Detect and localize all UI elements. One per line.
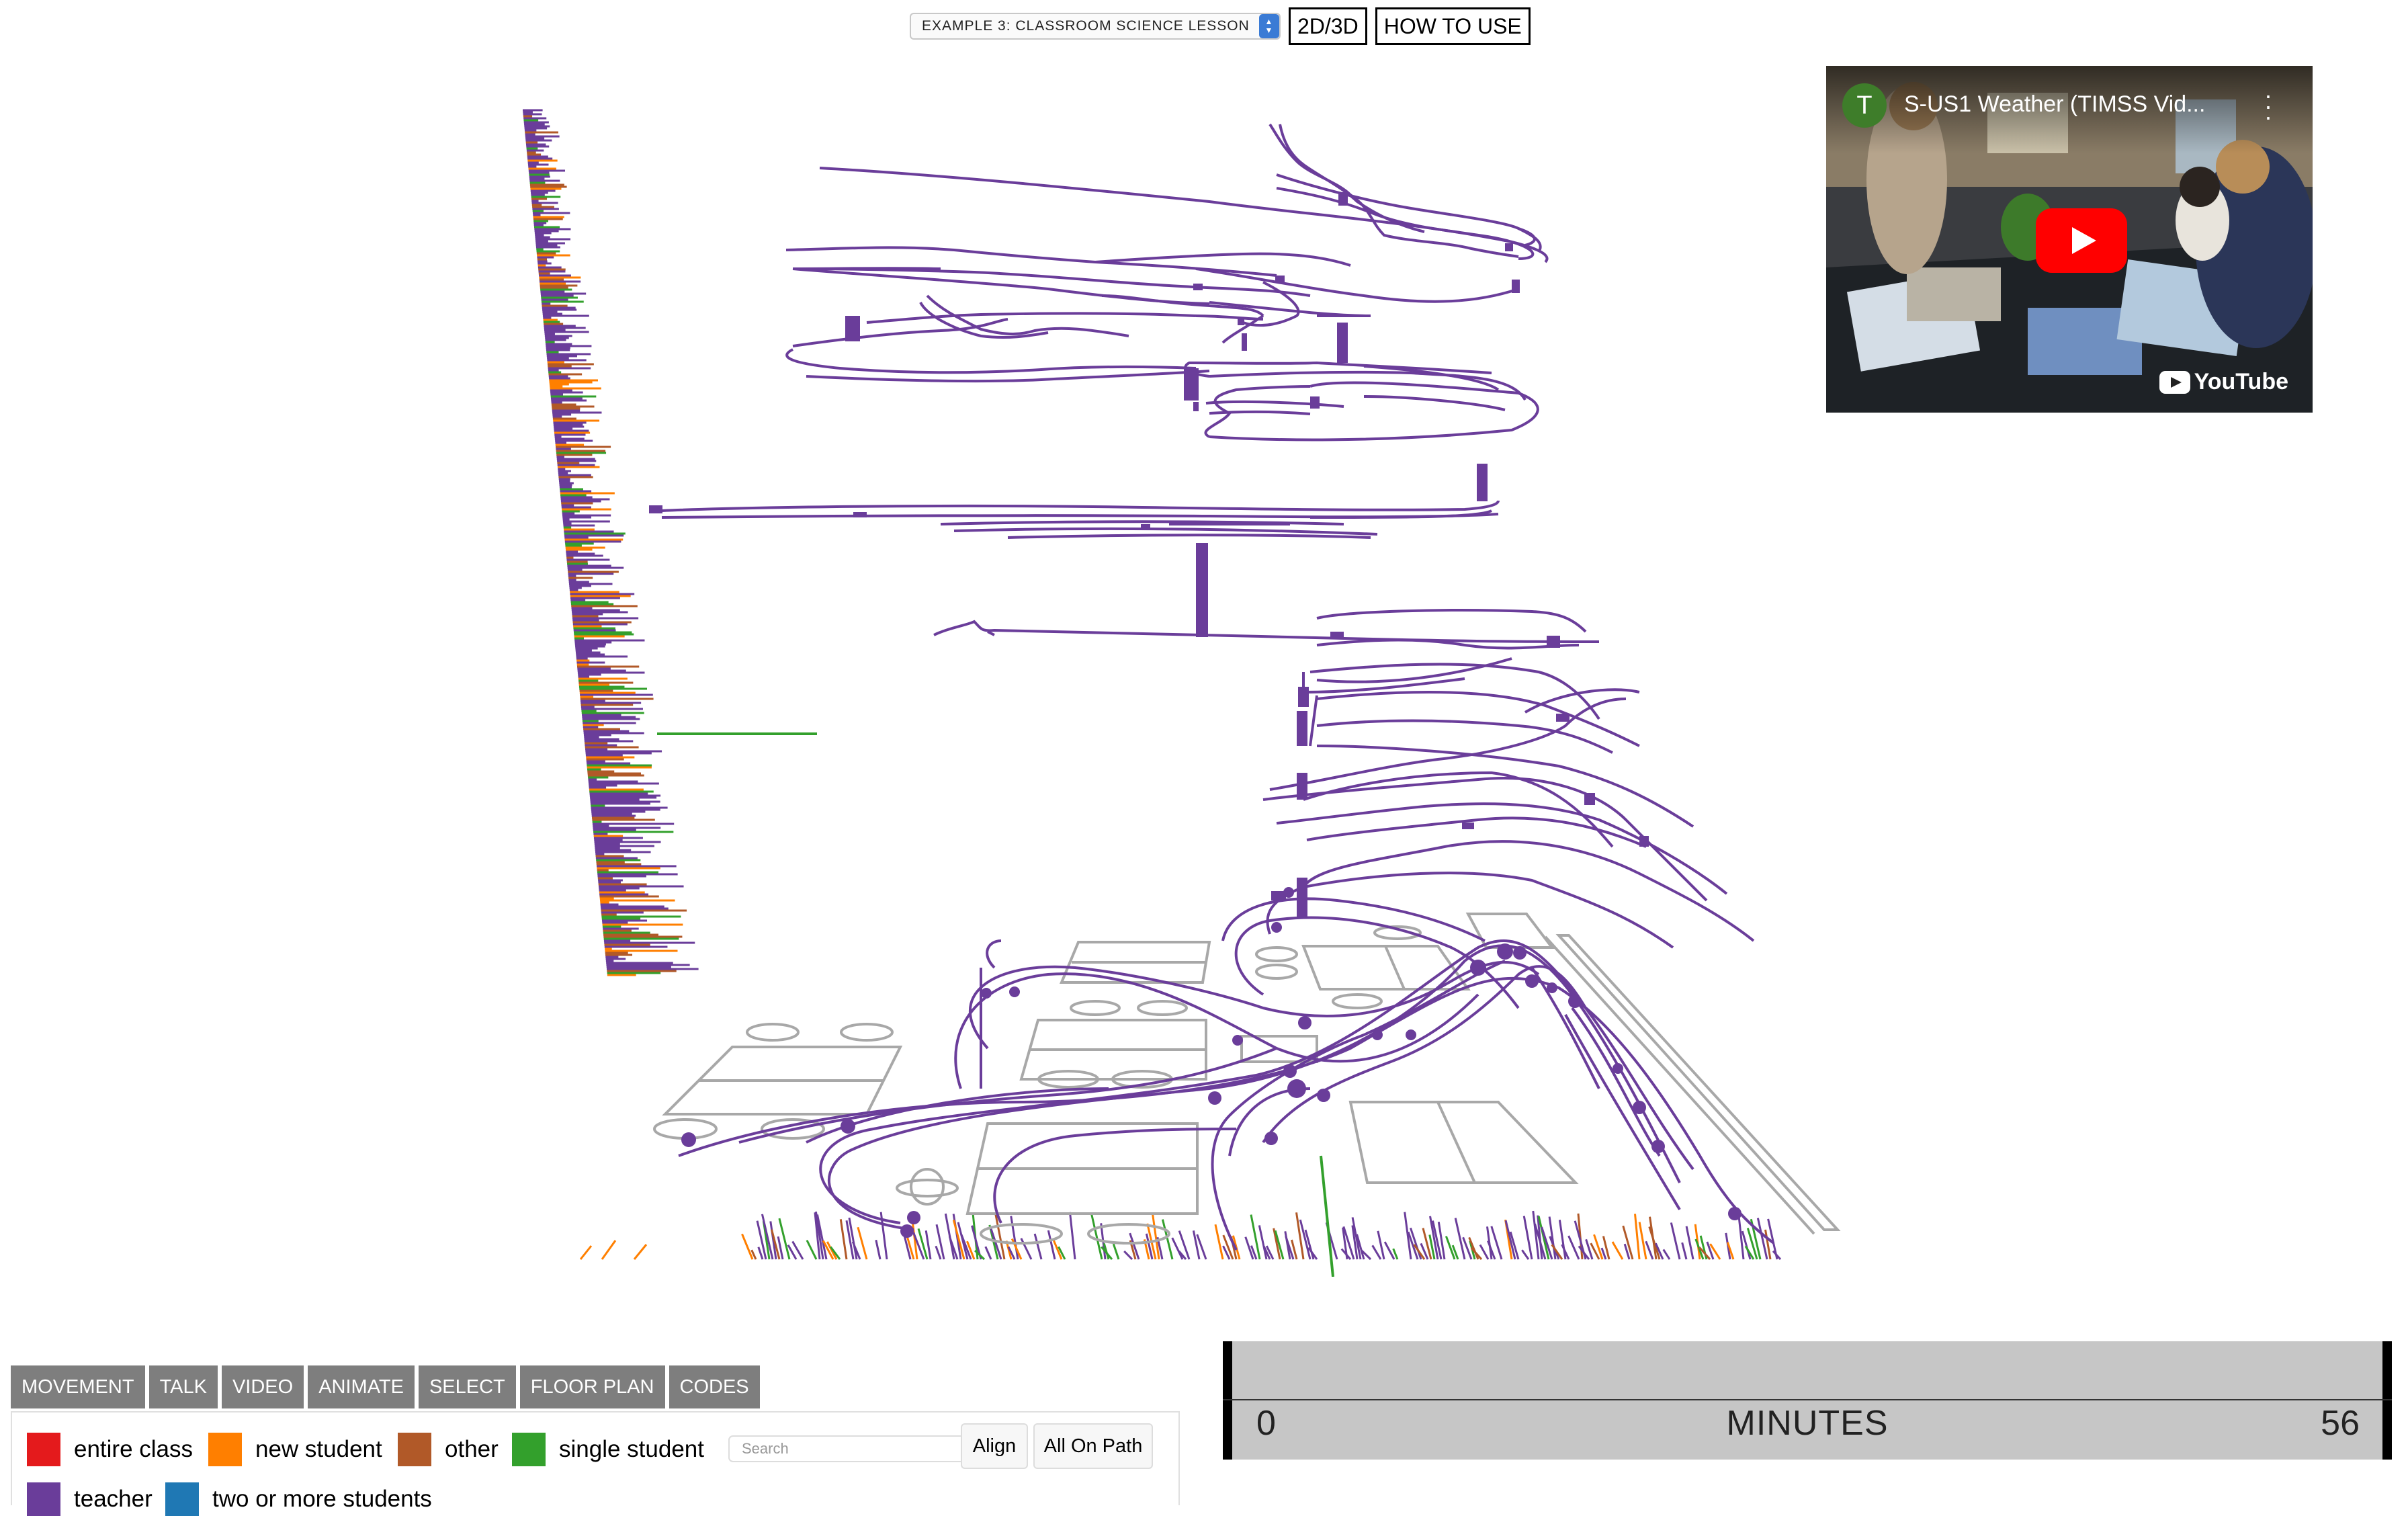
conversation-bars xyxy=(523,109,699,976)
search-input[interactable]: Search xyxy=(728,1435,973,1462)
youtube-wordmark: YouTube xyxy=(2194,369,2288,394)
floor-talk-bar xyxy=(935,1245,942,1260)
code-label: other xyxy=(445,1436,499,1462)
code-single-student[interactable]: single student xyxy=(512,1433,704,1466)
code-swatch xyxy=(208,1433,242,1466)
single-student-floor-talk-line xyxy=(1320,1155,1334,1277)
floor-talk-bar xyxy=(1685,1226,1694,1260)
timeline-start-value: 0 xyxy=(1256,1404,1276,1443)
floor-talk-bar xyxy=(1567,1235,1580,1260)
floor-talk-bar xyxy=(1681,1242,1688,1260)
floor-talk-bar xyxy=(1371,1245,1382,1260)
floor-talk-bar xyxy=(1670,1222,1681,1260)
floor-talk-bar xyxy=(1578,1245,1590,1260)
floor-talk-bar xyxy=(1558,1220,1567,1260)
floor-talk-bar xyxy=(1214,1224,1224,1260)
floor-talk-bar xyxy=(1662,1249,1671,1260)
floor-talk-bar xyxy=(984,1246,992,1260)
tab-codes[interactable]: CODES xyxy=(669,1365,760,1408)
tab-select[interactable]: SELECT xyxy=(418,1365,516,1408)
floor-talk-bar xyxy=(1101,1246,1113,1260)
floor-talk-bar xyxy=(1090,1212,1103,1260)
floor-talk-bar xyxy=(1295,1212,1305,1260)
code-new-student[interactable]: new student xyxy=(208,1433,382,1466)
floor-talk-bar xyxy=(1033,1233,1043,1260)
floor-talk-bar xyxy=(1258,1225,1268,1260)
code-swatch xyxy=(512,1433,546,1466)
code-swatch xyxy=(165,1482,199,1516)
code-label: teacher xyxy=(74,1486,153,1512)
codes-panel: entire class new student other single st… xyxy=(11,1411,1180,1516)
floor-talk-bar xyxy=(601,1240,617,1260)
code-two-or-more-students[interactable]: two or more students xyxy=(165,1482,432,1516)
code-swatch xyxy=(27,1433,60,1466)
video-title-bar: T S-US1 Weather (TIMSS Vid... · · · xyxy=(1826,66,2313,153)
floor-talk-bar xyxy=(1383,1241,1395,1260)
code-swatch xyxy=(398,1433,431,1466)
floor-talk-bar xyxy=(1123,1250,1133,1261)
play-icon[interactable] xyxy=(2036,208,2127,273)
floor-talk-bar xyxy=(757,1247,764,1260)
timeline-axis xyxy=(1223,1399,2392,1400)
floor-talk-bar xyxy=(1521,1249,1530,1260)
code-label: entire class xyxy=(74,1436,194,1462)
code-entire-class[interactable]: entire class xyxy=(27,1433,193,1466)
floor-talk-bar xyxy=(857,1226,868,1260)
tab-bar: MOVEMENT TALK VIDEO ANIMATE SELECT FLOOR… xyxy=(11,1365,760,1408)
floor-talk-bar xyxy=(1250,1214,1261,1260)
floor-talk-bar xyxy=(1171,1237,1184,1260)
all-on-path-button[interactable]: All On Path xyxy=(1033,1423,1153,1469)
video-title[interactable]: S-US1 Weather (TIMSS Vid... xyxy=(1904,91,2205,118)
floor-conversation-bars xyxy=(579,1210,1782,1261)
floor-talk-bar xyxy=(1047,1230,1056,1260)
floor-talk-bar xyxy=(1112,1243,1120,1260)
timeline-label: MINUTES xyxy=(1726,1404,1889,1443)
floor-talk-bar xyxy=(1020,1238,1033,1260)
floor-talk-bar xyxy=(806,1239,818,1260)
floor-talk-bar xyxy=(741,1233,754,1260)
youtube-play-icon xyxy=(2159,370,2190,394)
floor-talk-bar xyxy=(839,1219,848,1260)
timeline[interactable]: MINUTES 0 56 xyxy=(1223,1341,2392,1460)
top-controls: EXAMPLE 3: CLASSROOM SCIENCE LESSON ▲ ▼ 2… xyxy=(910,7,1531,46)
tab-video[interactable]: VIDEO xyxy=(221,1365,304,1408)
tab-movement[interactable]: MOVEMENT xyxy=(11,1365,145,1408)
more-options-icon[interactable]: · · · xyxy=(2264,83,2272,129)
example-select[interactable]: EXAMPLE 3: CLASSROOM SCIENCE LESSON ▲ ▼ xyxy=(910,13,1281,40)
code-label: new student xyxy=(255,1436,382,1462)
code-teacher[interactable]: teacher xyxy=(27,1482,153,1516)
floor-talk-bar xyxy=(1638,1222,1647,1260)
align-button[interactable]: Align xyxy=(961,1423,1028,1469)
floor-talk-bar xyxy=(1611,1241,1624,1260)
floor-talk-bar xyxy=(1068,1212,1076,1260)
video-player[interactable]: T S-US1 Weather (TIMSS Vid... · · · YouTub… xyxy=(1826,66,2313,413)
floor-talk-bar xyxy=(1422,1228,1432,1260)
tab-talk[interactable]: TALK xyxy=(148,1365,218,1408)
code-label: single student xyxy=(559,1436,704,1462)
youtube-logo[interactable]: YouTube xyxy=(2159,369,2288,395)
select-arrows-icon: ▲ ▼ xyxy=(1259,14,1279,38)
code-other[interactable]: other xyxy=(398,1433,499,1466)
tab-floor-plan[interactable]: FLOOR PLAN xyxy=(519,1365,665,1408)
how-to-use-button[interactable]: HOW TO USE xyxy=(1375,7,1531,45)
floor-talk-bar xyxy=(633,1244,648,1260)
tab-animate[interactable]: ANIMATE xyxy=(308,1365,415,1408)
channel-avatar[interactable]: T xyxy=(1842,83,1887,128)
example-select-value: EXAMPLE 3: CLASSROOM SCIENCE LESSON xyxy=(922,18,1250,34)
timeline-end-value: 56 xyxy=(2321,1404,2360,1443)
floor-talk-bar xyxy=(1645,1240,1654,1260)
floor-talk-bar xyxy=(579,1245,593,1260)
floor-talk-bar xyxy=(1479,1244,1490,1260)
code-swatch xyxy=(27,1482,60,1516)
floor-talk-bar xyxy=(875,1239,882,1260)
view-toggle-button[interactable]: 2D/3D xyxy=(1289,7,1367,45)
code-label: two or more students xyxy=(212,1486,432,1512)
floor-talk-bar xyxy=(1634,1214,1641,1260)
